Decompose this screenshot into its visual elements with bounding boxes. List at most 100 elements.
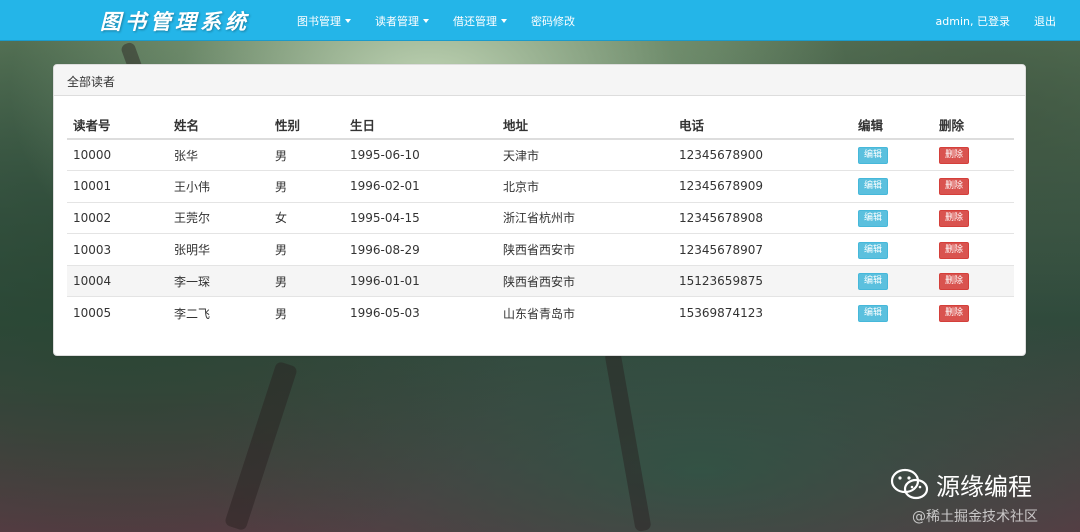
delete-button[interactable]: 删除 — [939, 241, 970, 259]
reader-id: 10000 — [67, 138, 168, 171]
panel-title: 全部读者 — [54, 65, 1025, 96]
edit-button[interactable]: 编辑 — [858, 178, 889, 196]
table-row: 10003 张明华 男 1996-08-29 陕西省西安市 1234567890… — [67, 233, 1014, 266]
caret-down-icon — [423, 19, 429, 23]
background-trunk — [223, 360, 299, 532]
nav-reader-management[interactable]: 读者管理 — [375, 13, 429, 29]
reader-address: 浙江省杭州市 — [497, 201, 673, 234]
nav-change-password[interactable]: 密码修改 — [531, 13, 575, 29]
delete-button[interactable]: 删除 — [939, 209, 970, 227]
reader-address: 陕西省西安市 — [497, 264, 673, 297]
reader-gender: 男 — [269, 233, 344, 266]
delete-button[interactable]: 删除 — [939, 305, 970, 323]
reader-birthday: 1996-05-03 — [344, 296, 497, 329]
column-header: 删除 — [933, 111, 1014, 140]
reader-phone: 12345678907 — [673, 233, 852, 266]
column-header: 生日 — [344, 111, 497, 140]
reader-id: 10003 — [67, 233, 168, 266]
reader-address: 天津市 — [497, 138, 673, 171]
column-header: 读者号 — [67, 111, 168, 140]
nav-borrow-return-management[interactable]: 借还管理 — [453, 13, 507, 29]
edit-cell: 编辑 — [852, 138, 933, 171]
reader-phone: 12345678900 — [673, 138, 852, 171]
nav-item-label: 读者管理 — [375, 15, 419, 28]
reader-name: 张明华 — [168, 233, 269, 266]
table-row: 10002 王莞尔 女 1995-04-15 浙江省杭州市 1234567890… — [67, 201, 1014, 234]
wechat-icon — [890, 468, 929, 500]
delete-cell: 删除 — [933, 296, 1014, 329]
top-navbar: 图书管理系统 图书管理 读者管理 借还管理 密码修改 admin, 已登录 退出 — [0, 0, 1080, 41]
column-header: 姓名 — [168, 111, 269, 140]
reader-id: 10005 — [67, 296, 168, 329]
nav-item-label: 密码修改 — [531, 15, 575, 28]
readers-table: 读者号 姓名 性别 生日 地址 电话 编辑 删除 10000 张华 男 1995… — [67, 111, 1014, 329]
delete-cell: 删除 — [933, 264, 1014, 297]
reader-name: 张华 — [168, 138, 269, 171]
watermark-site: @稀土掘金技术社区 — [912, 509, 1038, 525]
edit-button[interactable]: 编辑 — [858, 241, 889, 259]
nav-right: admin, 已登录 退出 — [936, 13, 1056, 29]
reader-id: 10002 — [67, 201, 168, 234]
delete-button[interactable]: 删除 — [939, 147, 970, 165]
reader-name: 李二飞 — [168, 296, 269, 329]
logout-link[interactable]: 退出 — [1034, 13, 1056, 29]
reader-birthday: 1996-08-29 — [344, 233, 497, 266]
reader-id: 10004 — [67, 264, 168, 297]
nav-book-management[interactable]: 图书管理 — [297, 13, 351, 29]
reader-gender: 男 — [269, 264, 344, 297]
user-status[interactable]: admin, 已登录 — [936, 13, 1010, 29]
reader-birthday: 1995-06-10 — [344, 138, 497, 171]
delete-cell: 删除 — [933, 170, 1014, 203]
reader-birthday: 1996-01-01 — [344, 264, 497, 297]
table-row: 10004 李一琛 男 1996-01-01 陕西省西安市 1512365987… — [67, 264, 1014, 297]
column-header: 编辑 — [852, 111, 933, 140]
edit-cell: 编辑 — [852, 170, 933, 203]
edit-button[interactable]: 编辑 — [858, 305, 889, 323]
readers-panel: 全部读者 读者号 姓名 性别 生日 地址 电话 编辑 删除 10000 张华 男 — [53, 64, 1026, 356]
reader-address: 北京市 — [497, 170, 673, 203]
reader-name: 王莞尔 — [168, 201, 269, 234]
brand-logo[interactable]: 图书管理系统 — [100, 6, 250, 36]
caret-down-icon — [501, 19, 507, 23]
delete-cell: 删除 — [933, 233, 1014, 266]
edit-cell: 编辑 — [852, 264, 933, 297]
nav-item-label: 借还管理 — [453, 15, 497, 28]
reader-address: 山东省青岛市 — [497, 296, 673, 329]
table-row: 10001 王小伟 男 1996-02-01 北京市 12345678909 编… — [67, 170, 1014, 203]
column-header: 电话 — [673, 111, 852, 140]
reader-gender: 男 — [269, 170, 344, 203]
reader-gender: 男 — [269, 138, 344, 171]
edit-button[interactable]: 编辑 — [858, 273, 889, 291]
nav-item-label: 图书管理 — [297, 15, 341, 28]
delete-cell: 删除 — [933, 138, 1014, 171]
reader-birthday: 1995-04-15 — [344, 201, 497, 234]
reader-id: 10001 — [67, 170, 168, 203]
watermark-title: 源缘编程 — [936, 473, 1032, 501]
reader-phone: 15123659875 — [673, 264, 852, 297]
table-row: 10000 张华 男 1995-06-10 天津市 12345678900 编辑… — [67, 138, 1014, 171]
delete-button[interactable]: 删除 — [939, 178, 970, 196]
table-row: 10005 李二飞 男 1996-05-03 山东省青岛市 1536987412… — [67, 296, 1014, 329]
column-header: 地址 — [497, 111, 673, 140]
reader-birthday: 1996-02-01 — [344, 170, 497, 203]
background-trunk — [604, 349, 652, 532]
reader-gender: 女 — [269, 201, 344, 234]
edit-button[interactable]: 编辑 — [858, 209, 889, 227]
delete-button[interactable]: 删除 — [939, 273, 970, 291]
reader-address: 陕西省西安市 — [497, 233, 673, 266]
reader-phone: 15369874123 — [673, 296, 852, 329]
reader-name: 李一琛 — [168, 264, 269, 297]
table-header-row: 读者号 姓名 性别 生日 地址 电话 编辑 删除 — [67, 111, 1014, 140]
reader-phone: 12345678908 — [673, 201, 852, 234]
edit-cell: 编辑 — [852, 296, 933, 329]
nav-menu: 图书管理 读者管理 借还管理 密码修改 — [297, 13, 599, 29]
caret-down-icon — [345, 19, 351, 23]
edit-cell: 编辑 — [852, 201, 933, 234]
edit-cell: 编辑 — [852, 233, 933, 266]
edit-button[interactable]: 编辑 — [858, 147, 889, 165]
reader-name: 王小伟 — [168, 170, 269, 203]
column-header: 性别 — [269, 111, 344, 140]
delete-cell: 删除 — [933, 201, 1014, 234]
reader-phone: 12345678909 — [673, 170, 852, 203]
reader-gender: 男 — [269, 296, 344, 329]
